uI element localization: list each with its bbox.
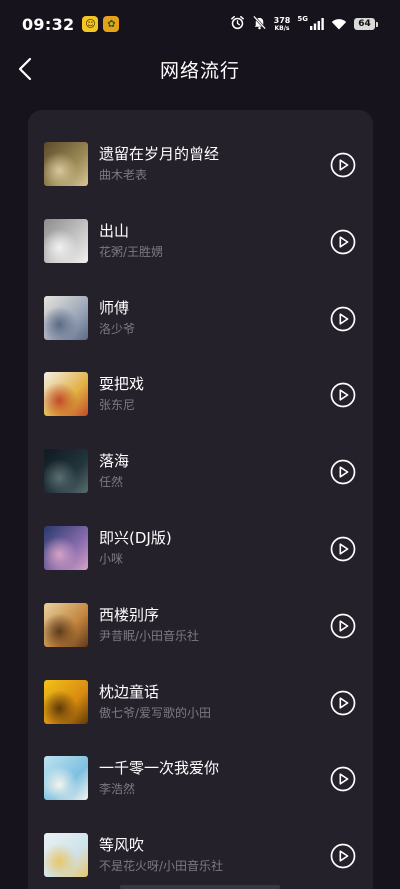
- play-circle-icon: [330, 383, 356, 408]
- wifi-icon: [331, 15, 347, 34]
- song-list: 遗留在岁月的曾经曲木老表出山花粥/王胜娚师傅洛少爷耍把戏张东尼落海任然即兴(DJ…: [28, 110, 373, 889]
- back-button[interactable]: [8, 52, 42, 86]
- header: 网络流行: [0, 48, 400, 90]
- song-artist: 不是花火呀/小田音乐社: [99, 859, 224, 874]
- album-cover[interactable]: [44, 679, 88, 724]
- album-cover[interactable]: [44, 295, 88, 340]
- play-button[interactable]: [330, 382, 356, 408]
- play-circle-icon: [330, 306, 356, 331]
- play-circle-icon: [330, 229, 356, 255]
- song-artist: 傲七爷/爱写歌的小田: [99, 705, 212, 720]
- chevron-left-icon: [18, 57, 32, 81]
- album-cover[interactable]: [44, 602, 88, 647]
- play-button[interactable]: [330, 613, 356, 639]
- song-artist: 张东尼: [99, 398, 136, 413]
- song-item[interactable]: 一千零一次我爱你李浩然: [28, 746, 373, 816]
- song-item[interactable]: 落海 任然: [28, 439, 373, 509]
- song-title: 一千零一次我爱你: [99, 759, 220, 778]
- network-speed: 378 KB/s: [273, 15, 291, 32]
- mute-icon: [252, 15, 267, 34]
- song-title: 师傅: [99, 298, 130, 317]
- play-button[interactable]: [330, 459, 356, 485]
- album-cover[interactable]: [44, 526, 88, 570]
- network-speed-unit: KB/s: [274, 24, 290, 32]
- song-artist: 洛少爷: [99, 321, 136, 336]
- song-artist: 李浩然: [99, 782, 136, 797]
- song-title: 西楼别序: [99, 605, 160, 624]
- alarm-icon: [230, 15, 245, 34]
- home-indicator[interactable]: [120, 885, 280, 889]
- play-circle-icon: [330, 690, 356, 715]
- album-cover[interactable]: [44, 449, 88, 494]
- play-circle-icon: [330, 152, 356, 178]
- cellular-signal-icon: [310, 15, 324, 34]
- song-item[interactable]: 即兴(DJ版) 小咪: [28, 516, 373, 586]
- song-title: 耍把戏: [99, 375, 145, 394]
- song-artist: 小咪: [99, 552, 124, 566]
- play-button[interactable]: [330, 229, 356, 255]
- page-title: 网络流行: [159, 59, 240, 82]
- song-title: 出山: [99, 221, 130, 240]
- play-circle-icon: [330, 843, 356, 869]
- song-artist: 曲木老表: [99, 168, 148, 182]
- album-cover[interactable]: [44, 833, 88, 878]
- play-button[interactable]: [330, 306, 356, 332]
- screen: 09:32 ☺ ✿ 378 KB/s 5G 64 网络流行 遗留在岁月的曾经 曲…: [0, 0, 400, 889]
- play-button[interactable]: [330, 536, 356, 562]
- status-time: 09:32: [22, 14, 75, 34]
- song-title: 落海: [99, 452, 130, 471]
- song-item[interactable]: 出山花粥/王胜娚: [28, 209, 373, 279]
- song-item[interactable]: 枕边童话傲七爷/爱写歌的小田: [28, 670, 373, 740]
- play-circle-icon: [330, 459, 356, 485]
- album-cover[interactable]: [44, 142, 88, 186]
- play-circle-icon: [330, 613, 356, 639]
- song-item[interactable]: 等风吹不是花火呀/小田音乐社: [28, 823, 373, 889]
- play-button[interactable]: [330, 766, 356, 792]
- status-bar: 09:32 ☺ ✿ 378 KB/s 5G 64: [0, 0, 400, 48]
- song-item[interactable]: 遗留在岁月的曾经曲木老表: [28, 132, 373, 202]
- song-title: 枕边童话: [99, 682, 160, 701]
- play-circle-icon: [330, 536, 356, 562]
- song-item[interactable]: 西楼别序尹昔眠/小田音乐社: [28, 593, 373, 663]
- song-artist: 花粥/王胜娚: [99, 244, 164, 259]
- battery-indicator: 64: [354, 18, 378, 30]
- album-cover[interactable]: [44, 218, 88, 263]
- song-title: 即兴(DJ版): [99, 529, 172, 547]
- song-artist: 尹昔眠/小田音乐社: [99, 628, 200, 643]
- play-button[interactable]: [330, 690, 356, 716]
- app-notification-icon: ☺: [82, 16, 99, 32]
- song-artist: 任然: [99, 475, 124, 490]
- play-circle-icon: [330, 767, 356, 792]
- song-title: 等风吹: [99, 836, 145, 855]
- song-title: 遗留在岁月的曾经: [99, 145, 220, 163]
- battery-level: 64: [354, 18, 375, 30]
- album-cover[interactable]: [44, 372, 88, 417]
- song-item[interactable]: 师傅 洛少爷: [28, 286, 373, 356]
- song-item[interactable]: 耍把戏 张东尼: [28, 362, 373, 432]
- status-icons: 378 KB/s 5G 64: [230, 15, 378, 34]
- album-cover[interactable]: [44, 756, 88, 801]
- app-notification-icon: ✿: [103, 16, 120, 32]
- play-button[interactable]: [330, 152, 356, 178]
- network-type: 5G: [297, 15, 308, 23]
- network-speed-value: 378: [273, 15, 291, 25]
- play-button[interactable]: [330, 843, 356, 869]
